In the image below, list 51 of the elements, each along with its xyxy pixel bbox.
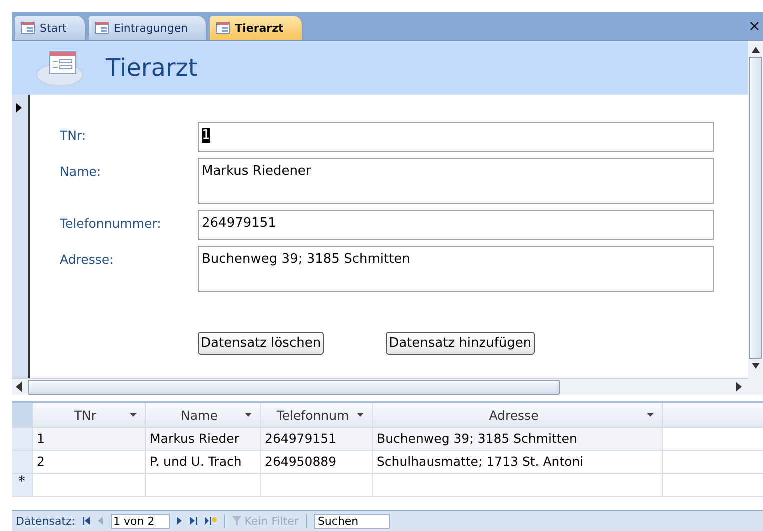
column-header[interactable]: Adresse — [373, 403, 663, 427]
scrollbar-thumb[interactable] — [749, 57, 762, 359]
input-field[interactable]: Buchenweg 39; 3185 Schmitten — [198, 246, 714, 292]
dropdown-arrow-icon[interactable] — [130, 413, 137, 417]
current-record-icon — [16, 103, 22, 113]
table-cell: 1 — [33, 428, 146, 450]
field-label: Name: — [60, 163, 102, 181]
form-icon — [21, 22, 35, 34]
form-icon — [94, 22, 109, 34]
scrollbar-thumb[interactable] — [28, 380, 560, 394]
record-button[interactable]: Datensatz löschen — [198, 332, 324, 355]
form-icon — [216, 22, 230, 34]
input-field[interactable]: Markus Riedener — [198, 158, 714, 204]
field-label: Telefonnummer: — [60, 215, 162, 233]
document-tab[interactable]: Start — [14, 15, 86, 40]
form-title: Tierarzt — [106, 54, 198, 82]
table-cell: 2 — [33, 451, 146, 473]
first-record-icon[interactable] — [82, 517, 91, 525]
record-label: Datensatz: — [16, 514, 76, 528]
input-field[interactable]: 264979151 — [198, 210, 714, 240]
form-icon — [36, 49, 86, 87]
dropdown-arrow-icon[interactable] — [357, 413, 364, 417]
search-field[interactable]: Suchen — [314, 514, 390, 528]
next-record-icon[interactable] — [176, 517, 183, 525]
last-record-icon[interactable] — [190, 517, 198, 525]
table-cell: 264950889 — [261, 451, 373, 473]
close-button[interactable]: × — [748, 17, 763, 35]
scroll-right-icon[interactable] — [734, 382, 742, 392]
new-record-marker: * — [12, 474, 33, 496]
column-header[interactable]: TNr — [33, 403, 146, 427]
table-cell: Markus Rieder — [146, 428, 261, 450]
input-field[interactable]: 1 — [198, 122, 714, 152]
scroll-down-icon[interactable] — [752, 363, 760, 369]
table-cell: Buchenweg 39; 3185 Schmitten — [373, 428, 663, 450]
document-tab[interactable]: Eintragungen — [88, 15, 208, 40]
table-cell: Schulhausmatte; 1713 St. Antoni — [373, 451, 663, 473]
funnel-icon — [232, 516, 242, 526]
record-button[interactable]: Datensatz hinzufügen — [386, 332, 535, 355]
dropdown-arrow-icon[interactable] — [245, 413, 252, 417]
scroll-left-icon[interactable] — [16, 382, 24, 392]
record-position-field[interactable]: 1 von 2 — [110, 514, 170, 528]
scroll-up-icon[interactable] — [752, 47, 760, 53]
document-tab[interactable]: Tierarzt — [209, 15, 303, 40]
field-label: TNr: — [60, 127, 88, 145]
new-record-icon[interactable] — [204, 516, 217, 526]
dropdown-arrow-icon[interactable] — [647, 413, 654, 417]
field-label: Adresse: — [60, 251, 115, 269]
column-header[interactable]: Name — [146, 403, 261, 427]
table-cell: P. und U. Trach — [146, 451, 261, 473]
table-cell: 264979151 — [261, 428, 373, 450]
column-header[interactable]: Telefonnum — [261, 403, 373, 427]
